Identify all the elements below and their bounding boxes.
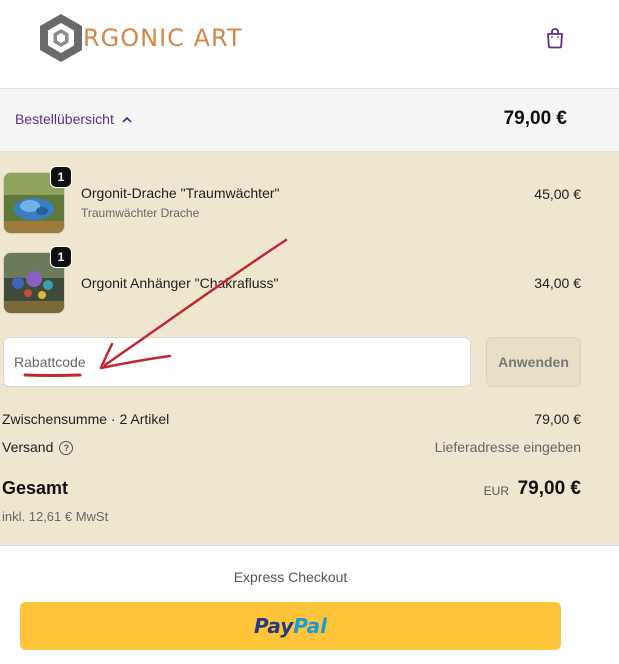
logo[interactable]: RGONIC ART [36, 12, 246, 64]
subtotal-label: Zwischensumme · 2 Artikel [2, 411, 170, 427]
site-header: RGONIC ART [0, 0, 619, 88]
order-summary-toggle[interactable]: Bestellübersicht [15, 111, 132, 127]
order-summary-total: 79,00 € [503, 108, 567, 129]
order-summary-label: Bestellübersicht [15, 111, 114, 127]
logo-text: RGONIC ART [83, 24, 243, 52]
quantity-badge: 1 [50, 246, 72, 268]
item-price: 34,00 € [534, 275, 581, 291]
total-label: Gesamt [2, 478, 69, 498]
apply-discount-button[interactable]: Anwenden [486, 337, 581, 387]
shopping-bag-icon[interactable] [543, 26, 567, 50]
help-icon[interactable]: ? [59, 441, 74, 456]
divider [0, 545, 619, 546]
shipping-label: Versand [2, 439, 54, 455]
total-currency: EUR [483, 484, 509, 498]
hexagon-logo-icon [40, 14, 82, 62]
line-item: 1 Orgonit Anhänger "Chakrafluss" 34,00 € [0, 246, 619, 316]
total-value: 79,00 € [517, 478, 581, 499]
order-summary-bar: Bestellübersicht 79,00 € [0, 88, 619, 152]
shipping-value: Lieferadresse eingeben [434, 439, 581, 455]
line-item: 1 Orgonit-Drache "Traumwächter" Traumwäc… [0, 166, 619, 236]
shipping-row: Versand? Lieferadresse eingeben [2, 439, 581, 456]
tax-note: inkl. 12,61 € MwSt [2, 509, 109, 524]
item-name: Orgonit-Drache "Traumwächter" [81, 185, 280, 201]
discount-code-input[interactable] [3, 337, 471, 387]
subtotal-row: Zwischensumme · 2 Artikel 79,00 € [2, 411, 581, 427]
express-checkout-label: Express Checkout [233, 569, 348, 585]
subtotal-value: 79,00 € [534, 411, 581, 427]
paypal-button[interactable]: Pay Pal [20, 602, 561, 650]
chevron-up-icon [122, 111, 132, 127]
item-price: 45,00 € [534, 186, 581, 202]
item-name: Orgonit Anhänger "Chakrafluss" [81, 275, 279, 291]
paypal-logo-part2: Pal [293, 614, 328, 638]
quantity-badge: 1 [50, 166, 72, 188]
item-variant: Traumwächter Drache [81, 206, 200, 220]
paypal-logo-part1: Pay [253, 614, 294, 638]
order-summary-panel: 1 Orgonit-Drache "Traumwächter" Traumwäc… [0, 152, 619, 545]
